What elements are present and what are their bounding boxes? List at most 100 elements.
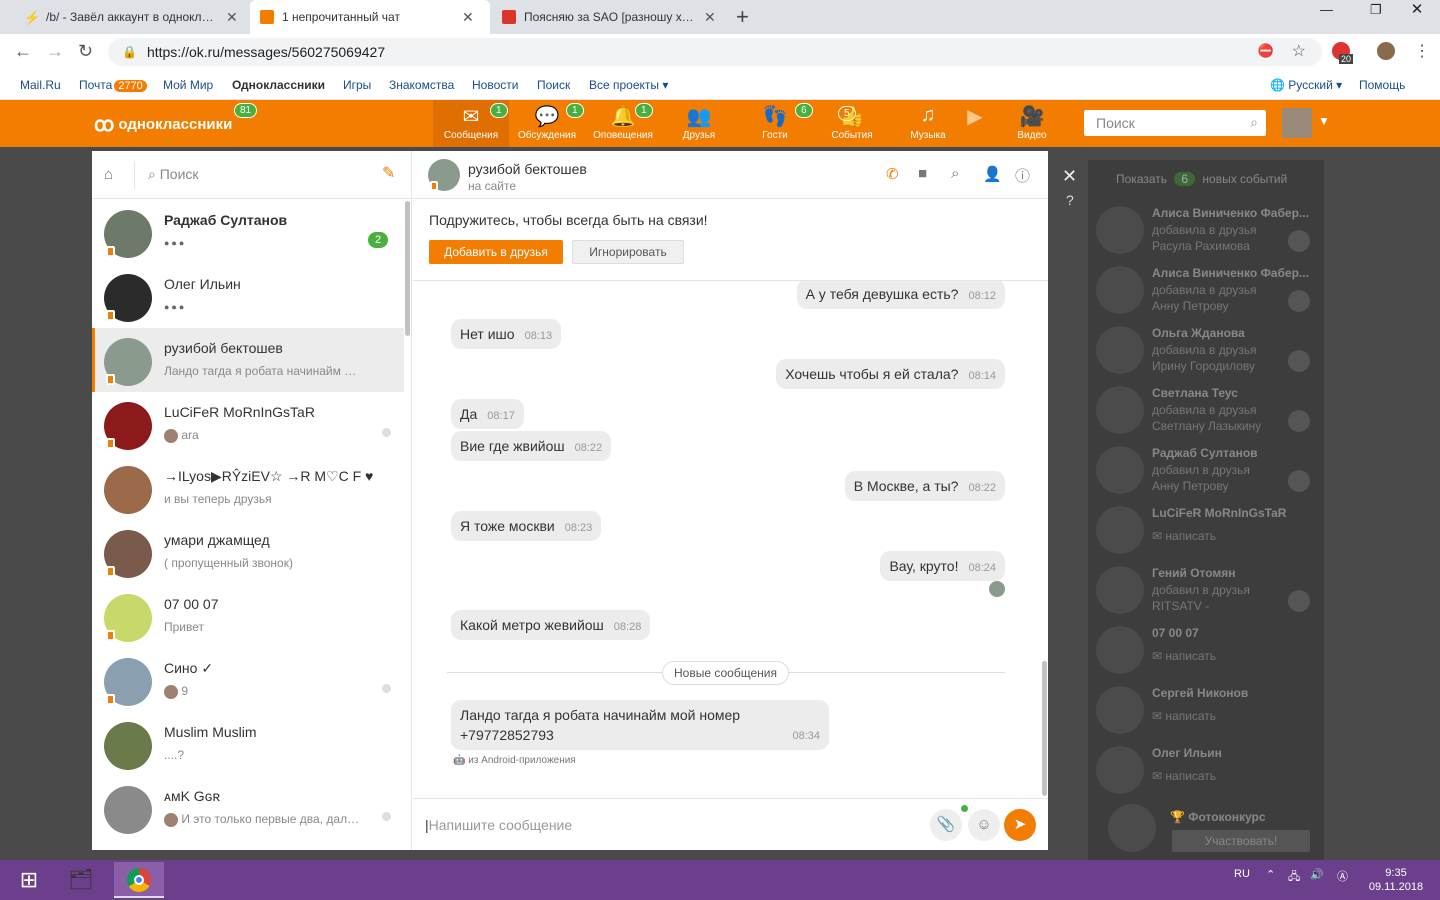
event-text[interactable]: ✉ написать (1152, 768, 1216, 784)
event-name[interactable]: Алиса Виниченко Фабер... (1152, 266, 1312, 280)
close-tab-icon[interactable]: ✕ (704, 9, 716, 26)
event-item[interactable]: Раджаб Султанов добавил в друзья Анну Петр… (1088, 440, 1324, 500)
event-name[interactable]: 07 00 07 (1152, 626, 1312, 640)
close-tab-icon[interactable]: ✕ (226, 9, 238, 26)
help-icon[interactable]: ? (1066, 192, 1074, 208)
event-item[interactable]: Сергей Никонов ✉ написать (1088, 680, 1324, 740)
message-input[interactable]: |Напишите сообщение (425, 817, 572, 833)
star-icon[interactable]: ☆ (1292, 41, 1306, 61)
event-item[interactable]: Гений Отомян добавил в друзья RITSATV - (1088, 560, 1324, 620)
menu-dots-icon[interactable]: ⋮ (1414, 41, 1430, 61)
nav-friends[interactable]: 👥 Друзья (661, 100, 737, 147)
portal-link-all[interactable]: Все проекты ▾ (589, 78, 668, 92)
chat-item[interactable]: →ILyos▶RŶziEV☆ →R M♡C F ♥ и вы теперь др… (92, 456, 404, 520)
minimize-icon[interactable]: — (1320, 2, 1333, 17)
ignore-button[interactable]: Игнорировать (572, 240, 684, 264)
info-icon[interactable]: ⓘ (1015, 165, 1030, 186)
message-out[interactable]: Вау, круто! 08:24 (880, 551, 1005, 581)
url-field[interactable]: 🔒 https://ok.ru/messages/560275069427 ⛔ … (108, 38, 1322, 66)
nav-video[interactable]: 🎥 Видео (994, 100, 1070, 147)
event-item[interactable]: LuCiFeR MoRnInGsTaR ✉ написать (1088, 500, 1324, 560)
profile-avatar[interactable] (1377, 42, 1395, 60)
event-item[interactable]: Олег Ильин ✉ написать (1088, 740, 1324, 800)
home-icon[interactable]: ⌂ (104, 166, 113, 183)
portal-link-dating[interactable]: Знакомства (389, 78, 454, 92)
message-in[interactable]: Вие где жвийош 08:22 (451, 431, 612, 461)
message-in[interactable]: Нет ишо 08:13 (451, 319, 562, 349)
chat-item[interactable]: LuCiFeR MoRnInGsTaR ara (92, 392, 404, 456)
chat-item[interactable]: ᴀᴍK Gɢʀ И это только первые два, дальше (92, 776, 404, 840)
search-icon[interactable]: ⌕ (951, 165, 959, 182)
event-item[interactable]: Ольга Жданова добавила в друзья Ирину Горо… (1088, 320, 1324, 380)
event-text[interactable]: ✉ написать (1152, 648, 1216, 664)
event-name[interactable]: Олег Ильин (1152, 746, 1312, 760)
help-link[interactable]: Помощь (1359, 78, 1405, 92)
event-name[interactable]: Гений Отомян (1152, 566, 1312, 580)
conversation-scrollbar[interactable] (1042, 661, 1047, 796)
tray-up-icon[interactable]: ⌃ (1266, 868, 1275, 881)
reload-icon[interactable]: ↻ (78, 41, 93, 62)
add-friend-button[interactable]: Добавить в друзья (429, 240, 563, 264)
message-out[interactable]: В Москве, а ты? 08:22 (844, 471, 1005, 501)
close-tab-icon[interactable]: ✕ (462, 9, 474, 26)
chat-item[interactable]: 07 00 07 Привет (92, 584, 404, 648)
chat-search-input[interactable]: ⌕ Поиск (148, 166, 199, 183)
message-out[interactable]: Хочешь чтобы я ей стала? 08:14 (776, 359, 1005, 389)
file-explorer-icon[interactable]: 🗂 (56, 862, 106, 898)
maximize-icon[interactable]: ❐ (1370, 2, 1382, 18)
message-out[interactable]: А у тебя девушка есть? 08:12 (796, 281, 1005, 309)
close-messenger-icon[interactable]: ✕ (1062, 166, 1077, 187)
portal-link-moymir[interactable]: Мой Мир (163, 78, 213, 92)
forward-icon[interactable]: → (46, 41, 64, 62)
message-in-new[interactable]: Ландо тагда я робата начинайм мой номер … (451, 700, 829, 750)
clock[interactable]: 9:35 09.11.2018 (1368, 866, 1424, 894)
message-in[interactable]: Какой метро жевийош 08:28 (451, 610, 651, 640)
language-select[interactable]: 🌐 Русский ▾ (1270, 78, 1342, 92)
portal-link-search[interactable]: Поиск (537, 78, 570, 92)
add-user-icon[interactable]: 👤 (983, 165, 1002, 183)
chat-item[interactable]: Олег Ильин ●●● (92, 264, 404, 328)
event-name[interactable]: Ольга Жданова (1152, 326, 1312, 340)
event-name[interactable]: Светлана Теус (1152, 386, 1312, 400)
events-header[interactable]: Показать 6 новых событий (1116, 172, 1287, 186)
event-item[interactable]: 07 00 07 ✉ написать (1088, 620, 1324, 680)
event-text[interactable]: ✉ написать (1152, 528, 1216, 544)
compose-icon[interactable]: ✎ (382, 163, 395, 183)
event-text[interactable]: ✉ написать (1152, 708, 1216, 724)
nav-video-play[interactable]: ▶ (950, 100, 1000, 147)
close-window-icon[interactable]: ✕ (1394, 0, 1440, 22)
keyboard-language[interactable]: RU (1234, 868, 1250, 880)
windows-start-icon[interactable]: ⊞ (4, 862, 54, 898)
event-name[interactable]: Алиса Виниченко Фабер... (1152, 206, 1312, 220)
chat-item[interactable]: Muslim Muslim ....? (92, 712, 404, 776)
portal-link-ok[interactable]: Одноклассники (232, 78, 325, 92)
ok-logo[interactable]: ꝏ одноклассники (94, 112, 232, 137)
event-item[interactable]: Алиса Виниченко Фабер... добавила в друзь… (1088, 200, 1324, 260)
video-call-icon[interactable]: ■ (918, 165, 927, 182)
event-name[interactable]: LuCiFeR MoRnInGsTaR (1152, 506, 1312, 520)
portal-link-games[interactable]: Игры (343, 78, 371, 92)
browser-tab-3[interactable]: Поясняю за SAO [разношу хейте ✕ (492, 0, 726, 34)
chat-item[interactable]: Раджаб Султанов ●●● 2 (92, 200, 404, 264)
browser-tab-2[interactable]: 1 непрочитанный чат ✕ (250, 0, 490, 34)
event-item[interactable]: Алиса Виниченко Фабер... добавила в друзь… (1088, 260, 1324, 320)
chevron-down-icon[interactable]: ▼ (1318, 114, 1330, 128)
network-icon[interactable]: 🖧 (1288, 868, 1300, 887)
participate-button[interactable]: Участвовать! (1172, 830, 1310, 852)
event-name[interactable]: Сергей Никонов (1152, 686, 1312, 700)
chat-list-scrollbar[interactable] (405, 201, 410, 336)
portal-link-news[interactable]: Новости (472, 78, 518, 92)
blocked-icon[interactable]: ⛔ (1258, 43, 1274, 59)
event-name[interactable]: Раджаб Султанов (1152, 446, 1312, 460)
portal-link-mail[interactable]: Почта 2770 (79, 78, 147, 92)
header-search-input[interactable]: Поиск ⌕ (1084, 110, 1266, 136)
language-icon[interactable]: Ⓐ (1337, 868, 1348, 884)
event-item[interactable]: Светлана Теус добавила в друзья Светлану Л… (1088, 380, 1324, 440)
sticker-icon[interactable]: ☺ (968, 809, 1000, 841)
new-tab-icon[interactable]: + (736, 4, 749, 30)
chrome-taskbar-icon[interactable] (114, 862, 164, 898)
portal-link-mailru[interactable]: Mail.Ru (20, 78, 61, 92)
browser-tab-1[interactable]: ⚡ /b/ - Завёл аккаунт в одноклассни ✕ (14, 0, 248, 34)
message-in[interactable]: Да 08:17 (451, 399, 524, 429)
back-icon[interactable]: ← (14, 41, 32, 62)
